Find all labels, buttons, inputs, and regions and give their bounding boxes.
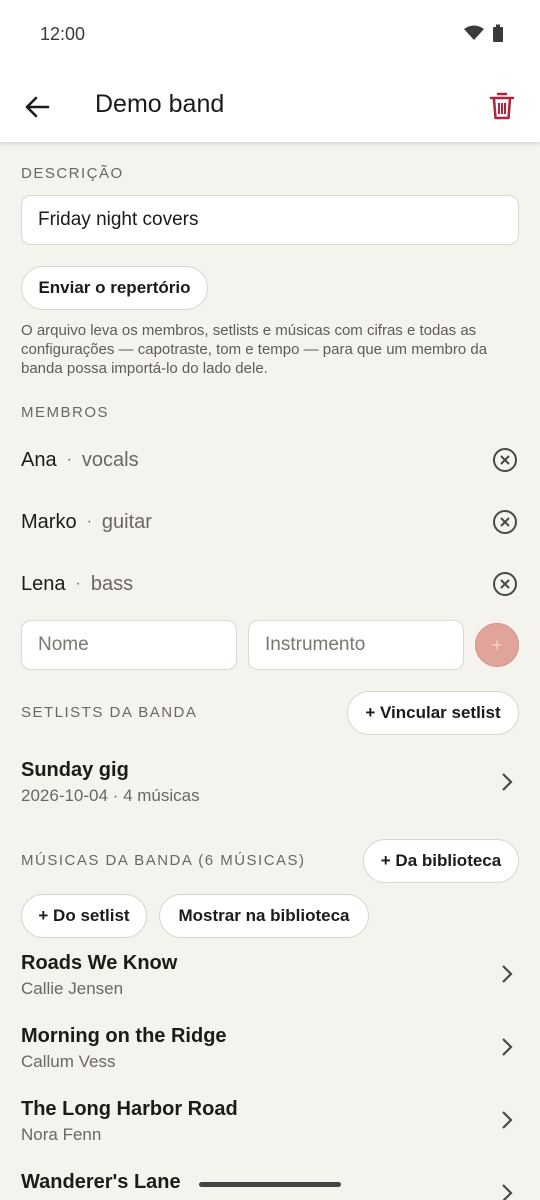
app-bar: Demo band — [0, 70, 540, 142]
gesture-nav-handle[interactable] — [199, 1182, 341, 1187]
chevron-right-icon — [502, 965, 513, 983]
member-row: Ana · vocals — [21, 440, 521, 480]
from-library-button[interactable]: + Da biblioteca — [363, 839, 519, 883]
plus-icon: + — [491, 634, 503, 655]
member-instrument: bass — [90, 572, 134, 595]
members-label: MEMBROS — [21, 404, 110, 421]
remove-member-icon[interactable] — [492, 447, 518, 473]
status-icons — [464, 24, 504, 42]
status-time: 12:00 — [40, 24, 86, 44]
song-artist: Callum Vess — [21, 1052, 116, 1071]
description-label: DESCRIÇÃO — [21, 165, 124, 182]
song-title: Roads We Know — [21, 952, 178, 974]
add-member-button[interactable]: + — [475, 623, 519, 667]
setlist-item[interactable]: Sunday gig 2026-10-04 · 4 músicas — [21, 759, 521, 806]
separator: · — [66, 451, 72, 468]
member-row: Lena · bass — [21, 564, 521, 604]
song-title: The Long Harbor Road — [21, 1098, 238, 1120]
song-item[interactable]: Roads We Know Callie Jensen — [21, 952, 521, 999]
battery-icon — [493, 24, 503, 42]
song-item[interactable]: Morning on the Ridge Callum Vess — [21, 1025, 521, 1072]
songs-label: MÚSICAS DA BANDA (6 MÚSICAS) — [21, 852, 306, 869]
delete-icon[interactable] — [486, 90, 518, 122]
wifi-icon — [464, 25, 484, 40]
send-repertoire-button[interactable]: Enviar o repertório — [21, 266, 208, 310]
chevron-right-icon — [502, 1111, 513, 1129]
song-title: Morning on the Ridge — [21, 1025, 227, 1047]
setlists-label: SETLISTS DA BANDA — [21, 704, 198, 721]
member-name-input[interactable]: Nome — [21, 620, 237, 670]
member-instrument: guitar — [101, 510, 152, 533]
setlist-title: Sunday gig — [21, 759, 129, 781]
setlist-subtitle: 2026-10-04 · 4 músicas — [21, 786, 200, 805]
member-row: Marko · guitar — [21, 502, 521, 542]
status-bar: 12:00 — [0, 0, 540, 70]
song-artist: Nora Fenn — [21, 1125, 102, 1144]
member-name: Ana — [21, 448, 57, 471]
chevron-right-icon — [502, 1038, 513, 1056]
member-name: Lena — [21, 572, 66, 595]
page-title: Demo band — [95, 90, 225, 118]
link-setlist-button[interactable]: + Vincular setlist — [347, 691, 519, 735]
chevron-right-icon — [502, 773, 513, 791]
song-item[interactable]: The Long Harbor Road Nora Fenn — [21, 1098, 521, 1145]
separator: · — [75, 575, 81, 592]
member-instrument: vocals — [81, 448, 139, 471]
from-setlist-button[interactable]: + Do setlist — [21, 894, 147, 938]
separator: · — [86, 513, 92, 530]
show-in-library-button[interactable]: Mostrar na biblioteca — [159, 894, 369, 938]
member-instrument-input[interactable]: Instrumento — [248, 620, 464, 670]
member-name: Marko — [21, 510, 77, 533]
remove-member-icon[interactable] — [492, 509, 518, 535]
help-text: O arquivo leva os membros, setlists e mú… — [21, 322, 488, 377]
description-field[interactable]: Friday night covers — [21, 195, 519, 245]
chevron-right-icon — [502, 1184, 513, 1200]
back-arrow-icon[interactable] — [22, 92, 52, 122]
remove-member-icon[interactable] — [492, 571, 518, 597]
song-artist: Callie Jensen — [21, 979, 124, 998]
